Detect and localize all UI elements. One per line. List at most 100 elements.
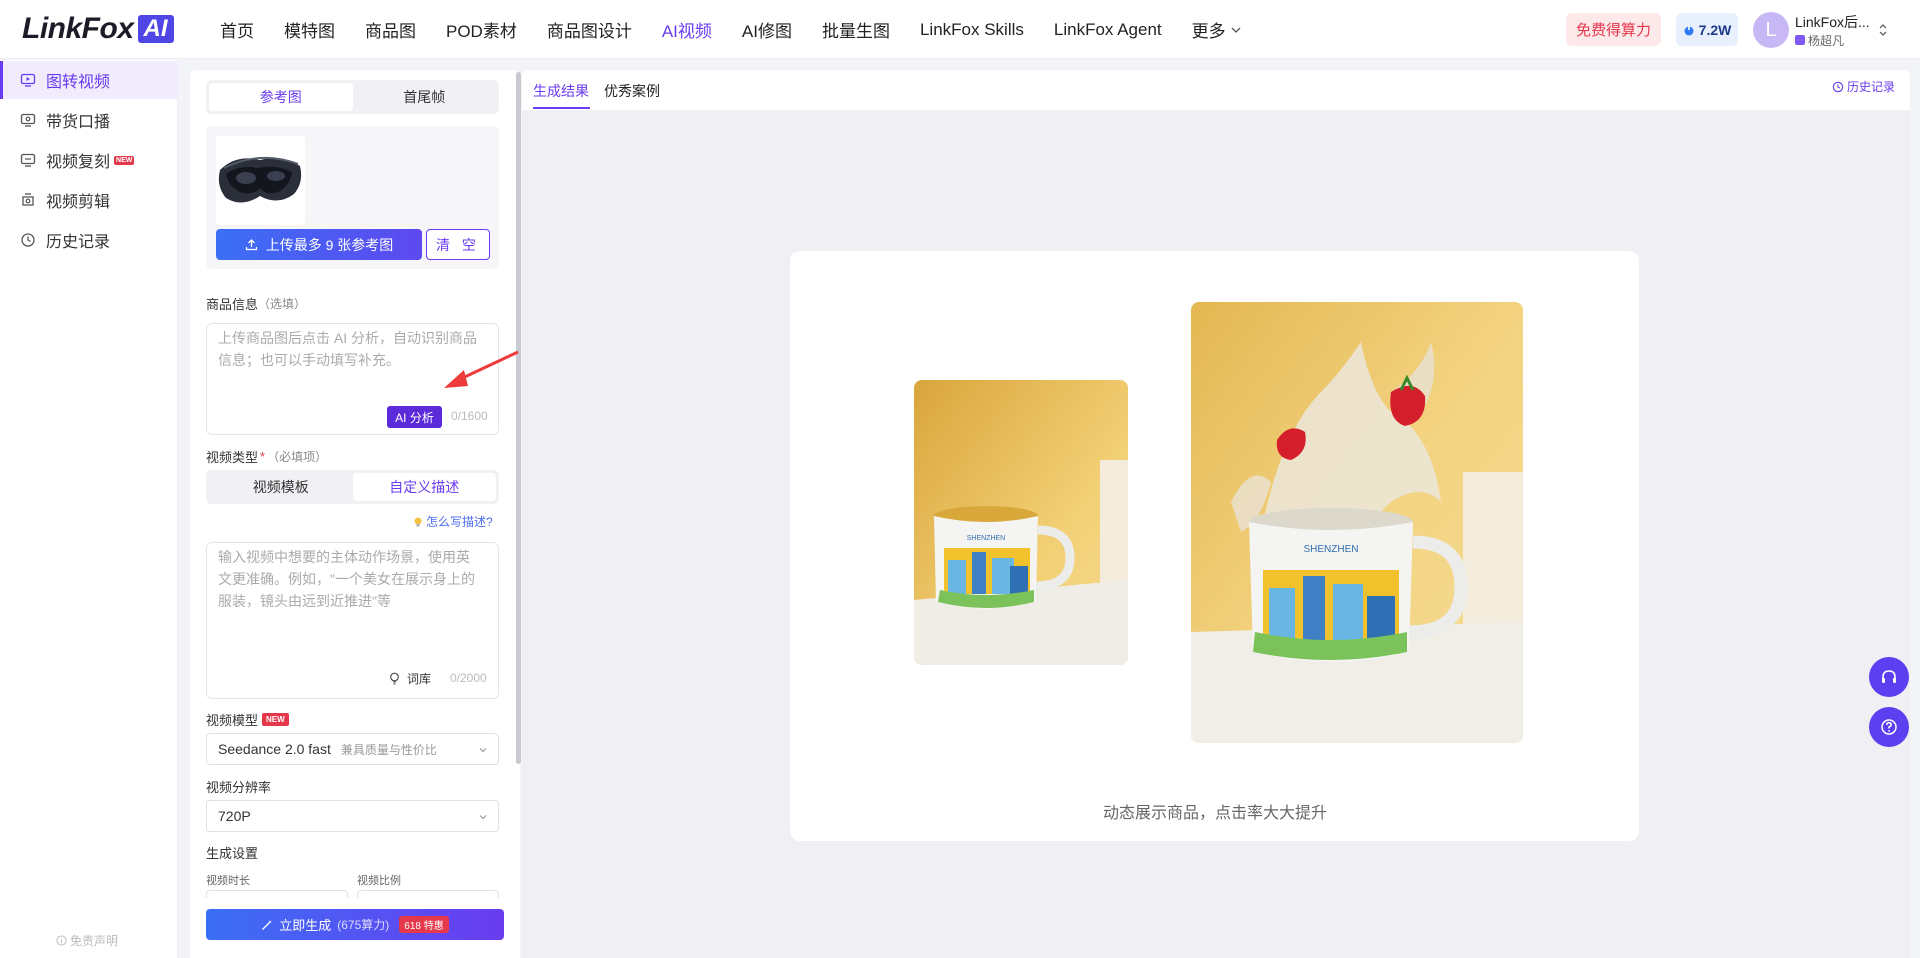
new-badge: NEW — [114, 155, 135, 165]
description-placeholder: 输入视频中想要的主体动作场景，使用英 文更准确。例如，"一个美女在展示身上的 服… — [218, 546, 475, 612]
placeholder-line: 文更准确。例如，"一个美女在展示身上的 — [218, 571, 475, 587]
tab-first-last-frame[interactable]: 首尾帧 — [353, 83, 497, 111]
lexicon-text: 词库 — [407, 672, 432, 686]
model-select[interactable]: Seedance 2.0 fast 兼具质量与性价比 — [206, 733, 499, 765]
credits-badge[interactable]: 7.2W — [1676, 13, 1738, 46]
credits-value: 7.2W — [1698, 21, 1732, 38]
resolution-label: 视频分辨率 — [206, 780, 272, 795]
mug-photo: SHENZHEN — [914, 380, 1128, 665]
nav-ai-retouch[interactable]: AI修图 — [742, 17, 792, 42]
eye-mask-product-image — [216, 136, 305, 225]
mug-text: SHENZHEN — [1303, 544, 1358, 555]
mode-tabs: 参考图 首尾帧 — [206, 80, 499, 114]
upload-button-label: 上传最多 9 张参考图 — [265, 236, 394, 253]
free-credits-button[interactable]: 免费得算力 — [1566, 13, 1661, 46]
video-image-icon — [20, 73, 36, 87]
tab-reference-image[interactable]: 参考图 — [209, 83, 353, 111]
nav-ai-video[interactable]: AI视频 — [662, 17, 712, 42]
nav-skills[interactable]: LinkFox Skills — [920, 20, 1024, 40]
logo-ai-badge: AI — [137, 15, 174, 43]
avatar-initial: L — [1765, 18, 1777, 41]
sidebar-item-video-copy[interactable]: 视频复刻 NEW — [0, 141, 178, 179]
promo-badge: 618 特惠 — [399, 916, 449, 933]
sidebar-item-video-edit[interactable]: 视频剪辑 — [0, 181, 178, 219]
logo-text: LinkFox — [22, 12, 134, 45]
clear-button[interactable]: 清 空 — [426, 229, 490, 260]
nav-product-image[interactable]: 商品图 — [365, 17, 416, 42]
user-sub-text: 杨超凡 — [1808, 33, 1845, 48]
video-type-label-text: 视频类型 — [206, 450, 259, 465]
placeholder-line: 输入视频中想要的主体动作场景，使用英 — [218, 549, 470, 565]
ai-analyze-button[interactable]: AI 分析 — [387, 406, 442, 428]
generate-button[interactable]: 立即生成 (675算力) 618 特惠 — [206, 909, 504, 940]
howto-text: 怎么写描述? — [426, 515, 493, 529]
example-image-after: SHENZHEN — [1191, 302, 1523, 743]
new-badge: NEW — [262, 713, 289, 726]
placeholder-line: 服装，镜头由远到近推进"等 — [218, 593, 391, 609]
description-counter: 0/2000 — [450, 671, 487, 685]
nav-home[interactable]: 首页 — [220, 17, 254, 42]
disclaimer-text: 免责声明 — [70, 934, 119, 948]
power-icon — [1684, 24, 1694, 35]
example-image-before: SHENZHEN — [914, 380, 1128, 665]
panel-scrollbar[interactable] — [516, 72, 521, 764]
vip-icon — [1795, 35, 1805, 45]
upload-reference-button[interactable]: 上传最多 9 张参考图 — [216, 229, 422, 260]
user-menu[interactable]: L LinkFox后... 杨超凡 — [1753, 11, 1888, 49]
sidebar-item-image-to-video[interactable]: 图转视频 — [0, 61, 178, 99]
video-type-label: 视频类型 * （必填项） — [206, 447, 327, 466]
history-link[interactable]: 历史记录 — [1832, 78, 1895, 95]
resolution-select[interactable]: 720P — [206, 800, 499, 832]
linkfox-logo[interactable]: LinkFox AI — [22, 12, 174, 45]
placeholder-line: 上传商品图后点击 AI 分析，自动识别商品 — [218, 330, 478, 346]
required-hint: （必填项） — [267, 450, 328, 464]
gen-settings-label: 生成设置 — [206, 846, 259, 861]
tab-cases[interactable]: 优秀案例 — [604, 81, 660, 101]
nav-model-image[interactable]: 模特图 — [284, 17, 335, 42]
disclaimer-link[interactable]: 免责声明 — [56, 932, 118, 949]
sidebar-item-label: 历史记录 — [46, 234, 111, 251]
sidebar-item-label: 视频剪辑 — [46, 194, 111, 211]
example-caption: 动态展示商品，点击率大大提升 — [1102, 805, 1327, 822]
sort-caret-icon — [1879, 24, 1887, 36]
video-copy-icon — [20, 153, 36, 167]
info-icon — [56, 935, 67, 946]
help-button[interactable] — [1869, 707, 1909, 747]
duration-label: 视频时长 — [206, 875, 250, 887]
sidebar-item-history[interactable]: 历史记录 — [0, 221, 178, 259]
tab-custom-description[interactable]: 自定义描述 — [352, 473, 496, 501]
sidebar-item-label: 图转视频 — [46, 74, 111, 91]
model-value: Seedance 2.0 fast — [218, 741, 331, 757]
placeholder-line: 信息；也可以手动填写补充。 — [218, 352, 400, 368]
howto-link[interactable]: 怎么写描述? — [412, 513, 493, 530]
optional-hint: （选填） — [258, 297, 307, 311]
reference-thumbnail[interactable] — [216, 136, 305, 225]
video-type-tabs: 视频模板 自定义描述 — [206, 470, 499, 504]
nav-more-label: 更多 — [1191, 22, 1226, 41]
product-info-counter: 0/1600 — [451, 409, 488, 423]
video-edit-icon — [22, 193, 34, 206]
generate-cost: (675算力) — [337, 918, 390, 932]
tab-results[interactable]: 生成结果 — [533, 81, 589, 101]
model-label: 视频模型 NEW — [206, 710, 289, 729]
nav-agent[interactable]: LinkFox Agent — [1054, 20, 1162, 40]
customer-service-button[interactable] — [1869, 657, 1909, 697]
generate-label: 立即生成 — [279, 918, 332, 933]
sidebar-item-live-selling[interactable]: 带货口播 — [0, 101, 178, 139]
model-label-text: 视频模型 — [206, 713, 259, 728]
required-mark: * — [260, 449, 266, 464]
product-info-label-text: 商品信息 — [206, 297, 259, 312]
lightbulb-icon — [414, 517, 422, 526]
lexicon-button[interactable]: 词库 — [388, 670, 431, 687]
nav-product-design[interactable]: 商品图设计 — [547, 17, 632, 42]
nav-more[interactable]: 更多 — [1192, 17, 1242, 42]
ratio-label: 视频比例 — [357, 875, 401, 887]
nav-batch[interactable]: 批量生图 — [822, 17, 890, 42]
avatar: L — [1753, 12, 1789, 48]
headset-icon — [1882, 670, 1896, 683]
question-icon — [1881, 719, 1897, 735]
bulb-outline-icon — [390, 672, 399, 685]
tab-video-template[interactable]: 视频模板 — [209, 473, 353, 501]
nav-pod[interactable]: POD素材 — [446, 17, 517, 42]
chevron-down-icon — [1231, 27, 1241, 33]
